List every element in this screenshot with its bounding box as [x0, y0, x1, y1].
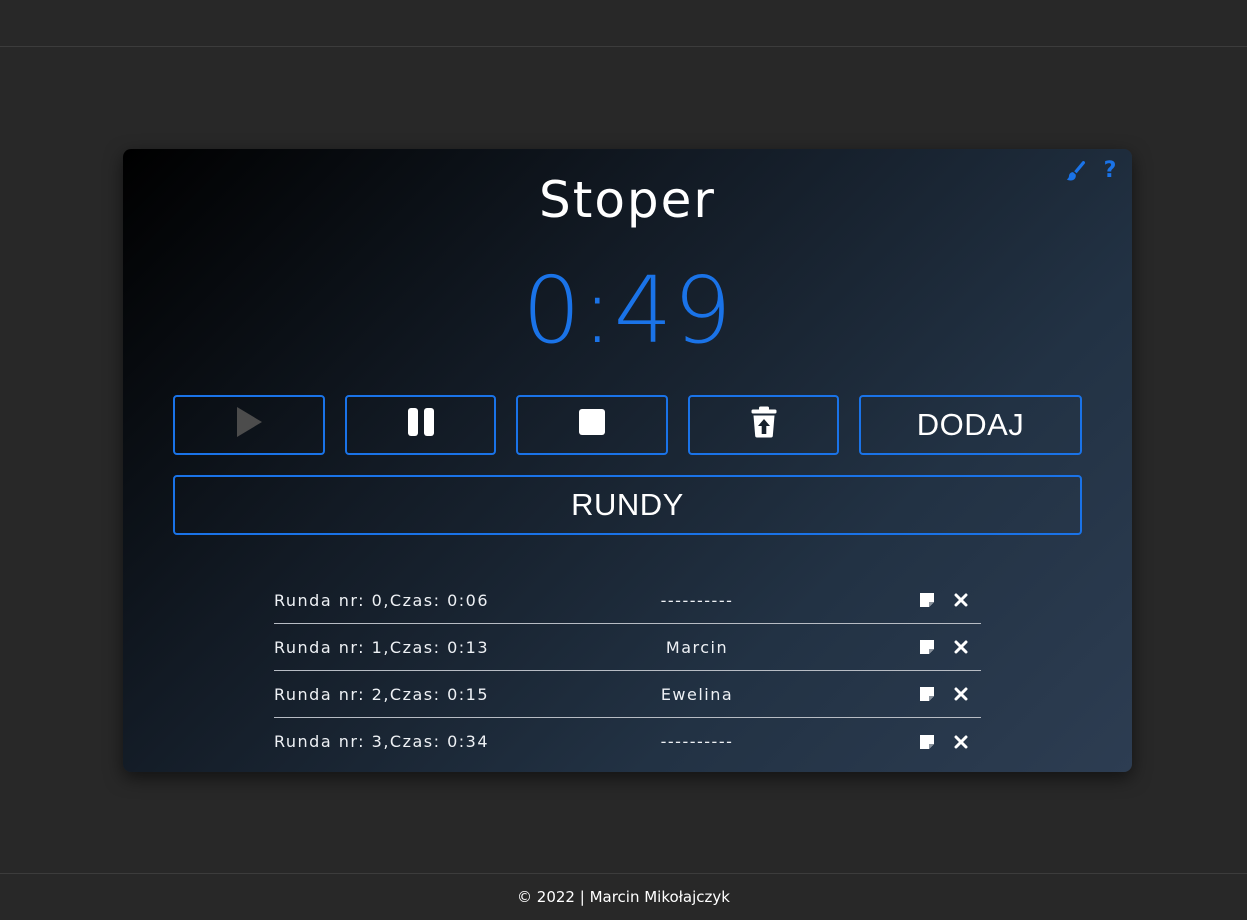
add-round-label: DODAJ [916, 407, 1025, 442]
round-name: ---------- [660, 732, 734, 751]
note-icon[interactable] [917, 637, 937, 657]
list-item: Runda nr: 2,Czas: 0:15 Ewelina [274, 671, 981, 718]
round-name: Ewelina [660, 684, 734, 704]
close-icon[interactable] [951, 732, 971, 752]
rounds-list: Runda nr: 0,Czas: 0:06 ---------- Runda … [274, 577, 981, 765]
timer-display: 0:49 [522, 257, 733, 364]
round-actions [917, 732, 971, 752]
start-button[interactable] [173, 395, 325, 455]
rounds-button[interactable]: RUNDY [173, 475, 1082, 535]
round-label: Runda nr: 2,Czas: 0:15 [274, 684, 490, 704]
add-round-button[interactable]: DODAJ [859, 395, 1082, 455]
round-actions [917, 637, 971, 657]
note-icon[interactable] [917, 684, 937, 704]
pause-button[interactable] [345, 395, 496, 455]
footer-text: © 2022 | Marcin Mikołajczyk [517, 888, 730, 906]
round-label: Runda nr: 3,Czas: 0:34 [274, 732, 490, 751]
top-bar [0, 0, 1247, 47]
list-item: Runda nr: 3,Czas: 0:34 ---------- [274, 718, 981, 765]
list-item: Runda nr: 0,Czas: 0:06 ---------- [274, 577, 981, 624]
round-label: Runda nr: 1,Czas: 0:13 [274, 637, 490, 657]
pause-icon [407, 407, 435, 444]
stopwatch-card: ? Stoper 0:49 DODAJ RUNDY Runda nr: 0,Cz… [123, 149, 1132, 772]
list-item: Runda nr: 1,Czas: 0:13 Marcin [274, 624, 981, 671]
round-actions [917, 590, 971, 610]
note-icon[interactable] [917, 590, 937, 610]
stop-button[interactable] [516, 395, 668, 455]
reset-button[interactable] [688, 395, 839, 455]
stop-icon [578, 408, 606, 443]
close-icon[interactable] [951, 684, 971, 704]
close-icon[interactable] [951, 590, 971, 610]
round-label: Runda nr: 0,Czas: 0:06 [274, 590, 490, 610]
trash-icon [751, 406, 777, 445]
close-icon[interactable] [951, 637, 971, 657]
note-icon[interactable] [917, 732, 937, 752]
round-name: Marcin [665, 637, 729, 657]
play-icon [235, 406, 263, 445]
rounds-label: RUNDY [571, 487, 684, 522]
footer: © 2022 | Marcin Mikołajczyk [0, 873, 1247, 920]
round-name: ---------- [660, 590, 734, 610]
round-actions [917, 684, 971, 704]
page-title: Stoper [539, 171, 716, 229]
